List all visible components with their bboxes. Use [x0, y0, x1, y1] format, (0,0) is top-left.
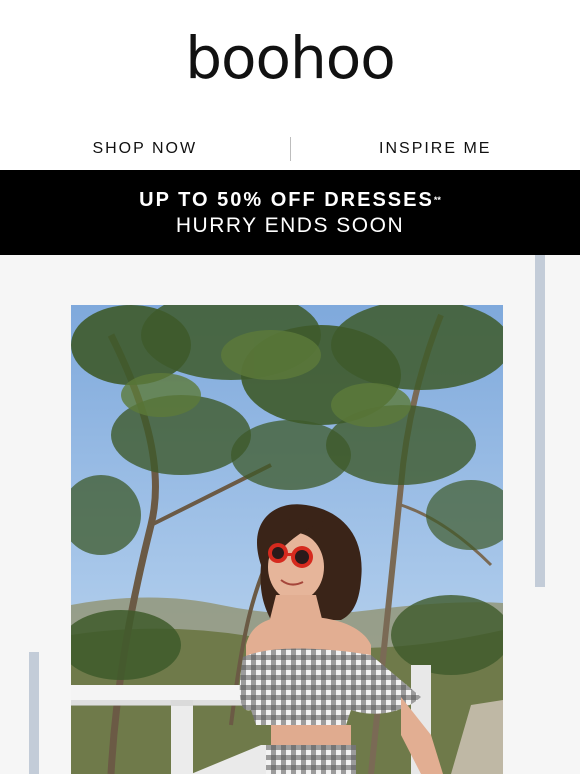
promo-banner[interactable]: UP TO 50% OFF DRESSES** HURRY ENDS SOON	[0, 170, 580, 255]
shop-now-link[interactable]: SHOP NOW	[0, 140, 290, 158]
header: boohoo	[0, 0, 580, 128]
hero-photo[interactable]	[71, 305, 503, 774]
promo-footnote-mark: **	[433, 194, 441, 205]
promo-headline-text: UP TO 50% OFF DRESSES	[139, 188, 434, 211]
boohoo-logo[interactable]: boohoo	[185, 29, 396, 87]
promo-subline: HURRY ENDS SOON	[175, 213, 405, 237]
hero-photo-illustration	[71, 305, 503, 774]
decorative-bar-right	[535, 255, 545, 587]
promo-headline: UP TO 50% OFF DRESSES**	[139, 187, 441, 213]
decorative-bar-left	[29, 652, 39, 774]
email-page: boohoo SHOP NOW INSPIRE ME UP TO 50% OFF…	[0, 0, 580, 774]
top-nav: SHOP NOW INSPIRE ME	[0, 130, 580, 168]
inspire-me-link[interactable]: INSPIRE ME	[291, 140, 580, 158]
